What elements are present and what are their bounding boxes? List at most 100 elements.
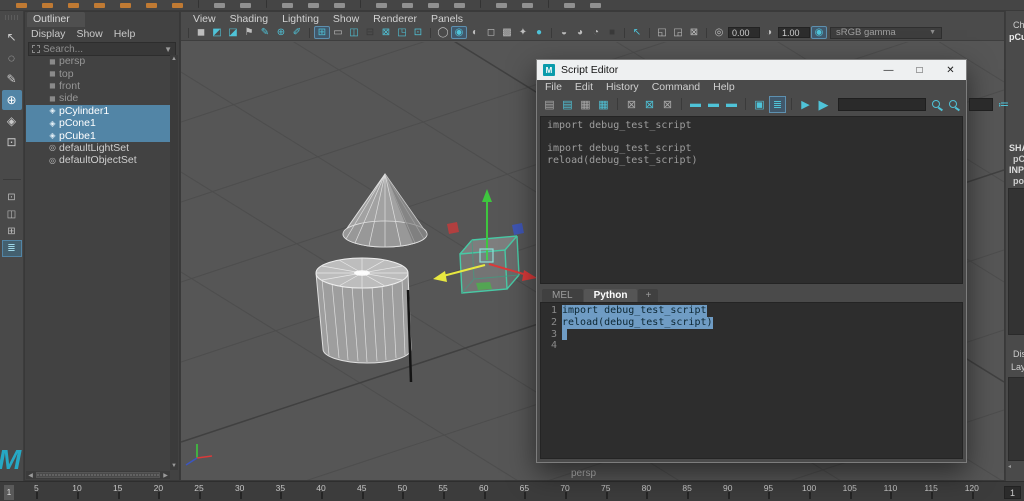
shadows-icon[interactable]: ◒ xyxy=(557,27,571,38)
script-editor-menu-item[interactable]: Edit xyxy=(575,81,593,93)
script-input-area[interactable]: 1 import debug_test_script 2 reload(debu… xyxy=(540,302,963,459)
viewport-menu-item[interactable]: Lighting xyxy=(282,13,319,25)
echo-commands-icon[interactable]: ▬ xyxy=(688,97,703,112)
outliner-horizontal-scrollbar[interactable]: ◀ ▶ xyxy=(26,471,170,479)
select-cursor-icon[interactable]: ↖ xyxy=(630,27,644,38)
shelf-icon[interactable] xyxy=(120,3,131,8)
command-completion-icon[interactable]: ▣ xyxy=(752,97,767,112)
wireframe-icon[interactable]: ◯ xyxy=(436,27,450,38)
motion-blur-icon[interactable]: ◔ xyxy=(589,27,603,38)
field-chart-icon[interactable]: ⊡ xyxy=(411,27,425,38)
maximize-button[interactable]: □ xyxy=(904,60,935,80)
clear-history-icon[interactable]: ⊠ xyxy=(642,97,657,112)
timeline-tick[interactable]: 55 xyxy=(423,482,464,501)
timeline-tick[interactable]: 15 xyxy=(97,482,138,501)
timeline-tick[interactable]: 30 xyxy=(219,482,260,501)
separator[interactable] xyxy=(624,28,625,38)
object-name-fragment[interactable]: pCu xyxy=(1009,32,1024,42)
separator[interactable] xyxy=(188,28,189,38)
outliner-item[interactable]: ◈ pCylinder1 xyxy=(26,105,170,117)
separator[interactable] xyxy=(551,28,552,38)
timeline-tick[interactable]: 5 xyxy=(16,482,57,501)
current-frame-marker[interactable]: 1 xyxy=(4,485,14,500)
viewport-menu-item[interactable]: Renderer xyxy=(373,13,417,25)
script-editor-menu-item[interactable]: Command xyxy=(652,81,700,93)
channels-menu-fragment[interactable]: Cha xyxy=(1013,20,1024,30)
viewport-menu-item[interactable]: Panels xyxy=(431,13,463,25)
resolution-gate-icon[interactable]: ◫ xyxy=(347,27,361,38)
layout-two-pane[interactable]: ◫ xyxy=(3,207,21,222)
script-tab[interactable]: MEL xyxy=(542,289,583,302)
separator[interactable] xyxy=(745,98,746,110)
code-line[interactable]: 1 import debug_test_script xyxy=(541,305,962,317)
isolate-select-icon[interactable]: ◱ xyxy=(655,27,669,38)
outliner-item[interactable]: ◎ defaultObjectSet xyxy=(26,154,170,166)
scale-tool[interactable]: ⊡ xyxy=(2,132,22,152)
show-stack-trace-icon[interactable]: ▬ xyxy=(724,97,739,112)
shapes-heading-fragment[interactable]: SHA xyxy=(1009,143,1024,153)
safe-action-icon[interactable]: ⊠ xyxy=(379,27,393,38)
timeline-tick[interactable]: 115 xyxy=(911,482,952,501)
save-script-icon[interactable]: ▦ xyxy=(578,97,593,112)
shelf-icon[interactable] xyxy=(496,3,507,8)
outliner-vertical-scrollbar[interactable]: ▲ ▼ xyxy=(170,55,178,470)
minimize-button[interactable]: — xyxy=(873,60,904,80)
timeline-tick[interactable]: 80 xyxy=(626,482,667,501)
range-start-field[interactable]: 1 xyxy=(1004,486,1021,499)
paint-select-tool[interactable]: ✎ xyxy=(2,69,22,89)
scrollbar-thumb[interactable] xyxy=(36,472,160,478)
outliner-item[interactable]: ◈ pCube1 xyxy=(26,129,170,141)
layers-menu-fragment[interactable]: Lay xyxy=(1011,362,1024,372)
shelf-icon[interactable] xyxy=(282,3,293,8)
display-menu-fragment[interactable]: Dis xyxy=(1013,349,1024,359)
viewport-menu-item[interactable]: Shading xyxy=(230,13,269,25)
bounding-box-icon[interactable]: ◻ xyxy=(484,27,498,38)
code-line[interactable]: 4 xyxy=(541,340,962,352)
execute-all-icon[interactable]: ▶ xyxy=(816,97,831,112)
separator[interactable] xyxy=(649,28,650,38)
gate-mask-icon[interactable]: ⊟ xyxy=(363,27,377,38)
shelf-icon[interactable] xyxy=(428,3,439,8)
timeline-ticks[interactable]: 5101520253035404550556065707580859095100… xyxy=(16,482,992,501)
shelf-icon[interactable] xyxy=(480,0,481,8)
exposure-field[interactable] xyxy=(728,27,760,38)
search-previous-icon[interactable] xyxy=(949,100,957,108)
timeline-tick[interactable]: 35 xyxy=(260,482,301,501)
inputs-heading-fragment[interactable]: INPU xyxy=(1009,165,1024,175)
outliner-tab[interactable]: Outliner xyxy=(27,12,85,27)
timeline-tick[interactable]: 25 xyxy=(179,482,220,501)
image-plane-icon[interactable]: ⊠ xyxy=(687,27,701,38)
shelf-icon[interactable] xyxy=(16,3,27,8)
viewport-camera-icon[interactable]: ◼ xyxy=(194,27,208,38)
script-editor-titlebar[interactable]: M Script Editor —□✕ xyxy=(537,60,966,80)
flat-shade-icon[interactable]: ◐ xyxy=(468,27,482,38)
shelf-icon[interactable] xyxy=(94,3,105,8)
shelf-icon[interactable] xyxy=(308,3,319,8)
film-gate-icon[interactable]: ▭ xyxy=(331,27,345,38)
shelf-icon[interactable] xyxy=(360,0,361,8)
select-tool[interactable]: ↖ xyxy=(2,27,22,47)
pencil-edit-icon[interactable]: ✎ xyxy=(258,27,272,38)
move-tool[interactable]: ⊕ xyxy=(2,90,22,110)
script-editor-menu-item[interactable]: File xyxy=(545,81,562,93)
all-lights-icon[interactable]: ● xyxy=(532,27,546,38)
default-light-icon[interactable]: ✦ xyxy=(516,27,530,38)
timeline-tick[interactable]: 60 xyxy=(463,482,504,501)
shelf-icon[interactable] xyxy=(564,3,575,8)
outliner-item[interactable]: ◼ top xyxy=(26,67,170,79)
camera-bookmark-icon[interactable]: ◪ xyxy=(226,27,240,38)
script-tab[interactable]: Python xyxy=(584,289,638,302)
snap-target-icon[interactable]: ⊕ xyxy=(274,27,288,38)
code-line[interactable]: 3 xyxy=(541,329,962,341)
layout-four-pane[interactable]: ⊞ xyxy=(3,224,21,239)
search-next-icon[interactable] xyxy=(932,100,940,108)
outliner-item[interactable]: ◼ front xyxy=(26,80,170,92)
shelf-icon[interactable] xyxy=(376,3,387,8)
shelf-icon[interactable] xyxy=(334,3,345,8)
annotate-pencil-icon[interactable]: ✐ xyxy=(290,27,304,38)
code-line[interactable]: 2 reload(debug_test_script) xyxy=(541,317,962,329)
outliner-search[interactable]: ▼ xyxy=(28,42,176,56)
grid-icon[interactable]: ⊞ xyxy=(315,27,329,38)
toolbox-grip[interactable] xyxy=(5,15,19,20)
rotate-tool[interactable]: ◈ xyxy=(2,111,22,131)
